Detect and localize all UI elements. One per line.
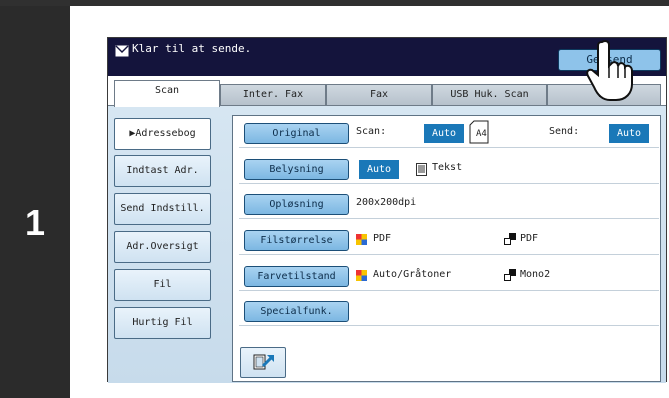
address-review-button[interactable]: Adr.Oversigt [114, 231, 211, 263]
original-button[interactable]: Original [244, 123, 349, 144]
scan-label: Scan: [356, 126, 387, 137]
send-settings-button[interactable]: Send Indstill. [114, 193, 211, 225]
tab-scan[interactable]: Scan [114, 80, 220, 107]
special-modes-button[interactable]: Specialfunk. [244, 301, 349, 322]
step-number: 1 [24, 202, 46, 243]
envelope-icon [115, 45, 129, 57]
color-format-value: PDF [373, 233, 392, 244]
original-row: Original Scan: Auto A4 Send: Auto [239, 120, 659, 148]
mono-mode-value: Mono2 [520, 269, 551, 280]
paper-size: A4 [476, 129, 487, 139]
sidebar-label: Adressebog [135, 128, 196, 139]
resolution-value: 200x200dpi [356, 197, 417, 208]
exposure-button[interactable]: Belysning [244, 159, 349, 180]
color-icon [356, 270, 367, 281]
scan-value: Auto [424, 124, 464, 143]
mono-icon [504, 269, 516, 281]
tab-usb-scan[interactable]: USB Huk. Scan [432, 84, 547, 105]
address-book-button[interactable]: ▶Adressebog [114, 118, 211, 150]
resolution-button[interactable]: Opløsning [244, 194, 349, 215]
file-format-row: Filstørrelse PDF PDF [239, 227, 659, 255]
settings-panel: Original Scan: Auto A4 Send: Auto Belysn… [232, 115, 661, 382]
enter-address-button[interactable]: Indtast Adr. [114, 155, 211, 187]
color-mode-button[interactable]: Farvetilstand [244, 266, 349, 287]
text-document-icon [416, 163, 427, 176]
quick-file-button[interactable]: Hurtig Fil [114, 307, 211, 339]
color-mode-row: Farvetilstand Auto/Gråtoner Mono2 [239, 263, 659, 291]
send-label: Send: [549, 126, 580, 137]
color-mode-value: Auto/Gråtoner [373, 269, 452, 280]
send-value: Auto [609, 124, 649, 143]
tab-fax[interactable]: Fax [326, 84, 432, 105]
document-arrow-icon [253, 354, 275, 370]
color-icon [356, 234, 367, 245]
pointing-hand-icon [586, 40, 633, 101]
file-button[interactable]: Fil [114, 269, 211, 301]
quick-file-icon-button[interactable] [240, 347, 286, 378]
resolution-row: Opløsning 200x200dpi [239, 191, 659, 219]
step-sidebar: 1 [0, 6, 70, 398]
file-format-button[interactable]: Filstørrelse [244, 230, 349, 251]
top-border [0, 0, 669, 6]
special-row: Specialfunk. [239, 298, 659, 326]
mono-format-value: PDF [520, 233, 539, 244]
exposure-row: Belysning Auto Tekst [239, 156, 659, 184]
exposure-mode: Tekst [432, 162, 463, 173]
tab-internet-fax[interactable]: Inter. Fax [220, 84, 326, 105]
status-message: Klar til at sende. [132, 42, 252, 55]
mono-icon [504, 233, 516, 245]
exposure-value: Auto [359, 160, 399, 179]
